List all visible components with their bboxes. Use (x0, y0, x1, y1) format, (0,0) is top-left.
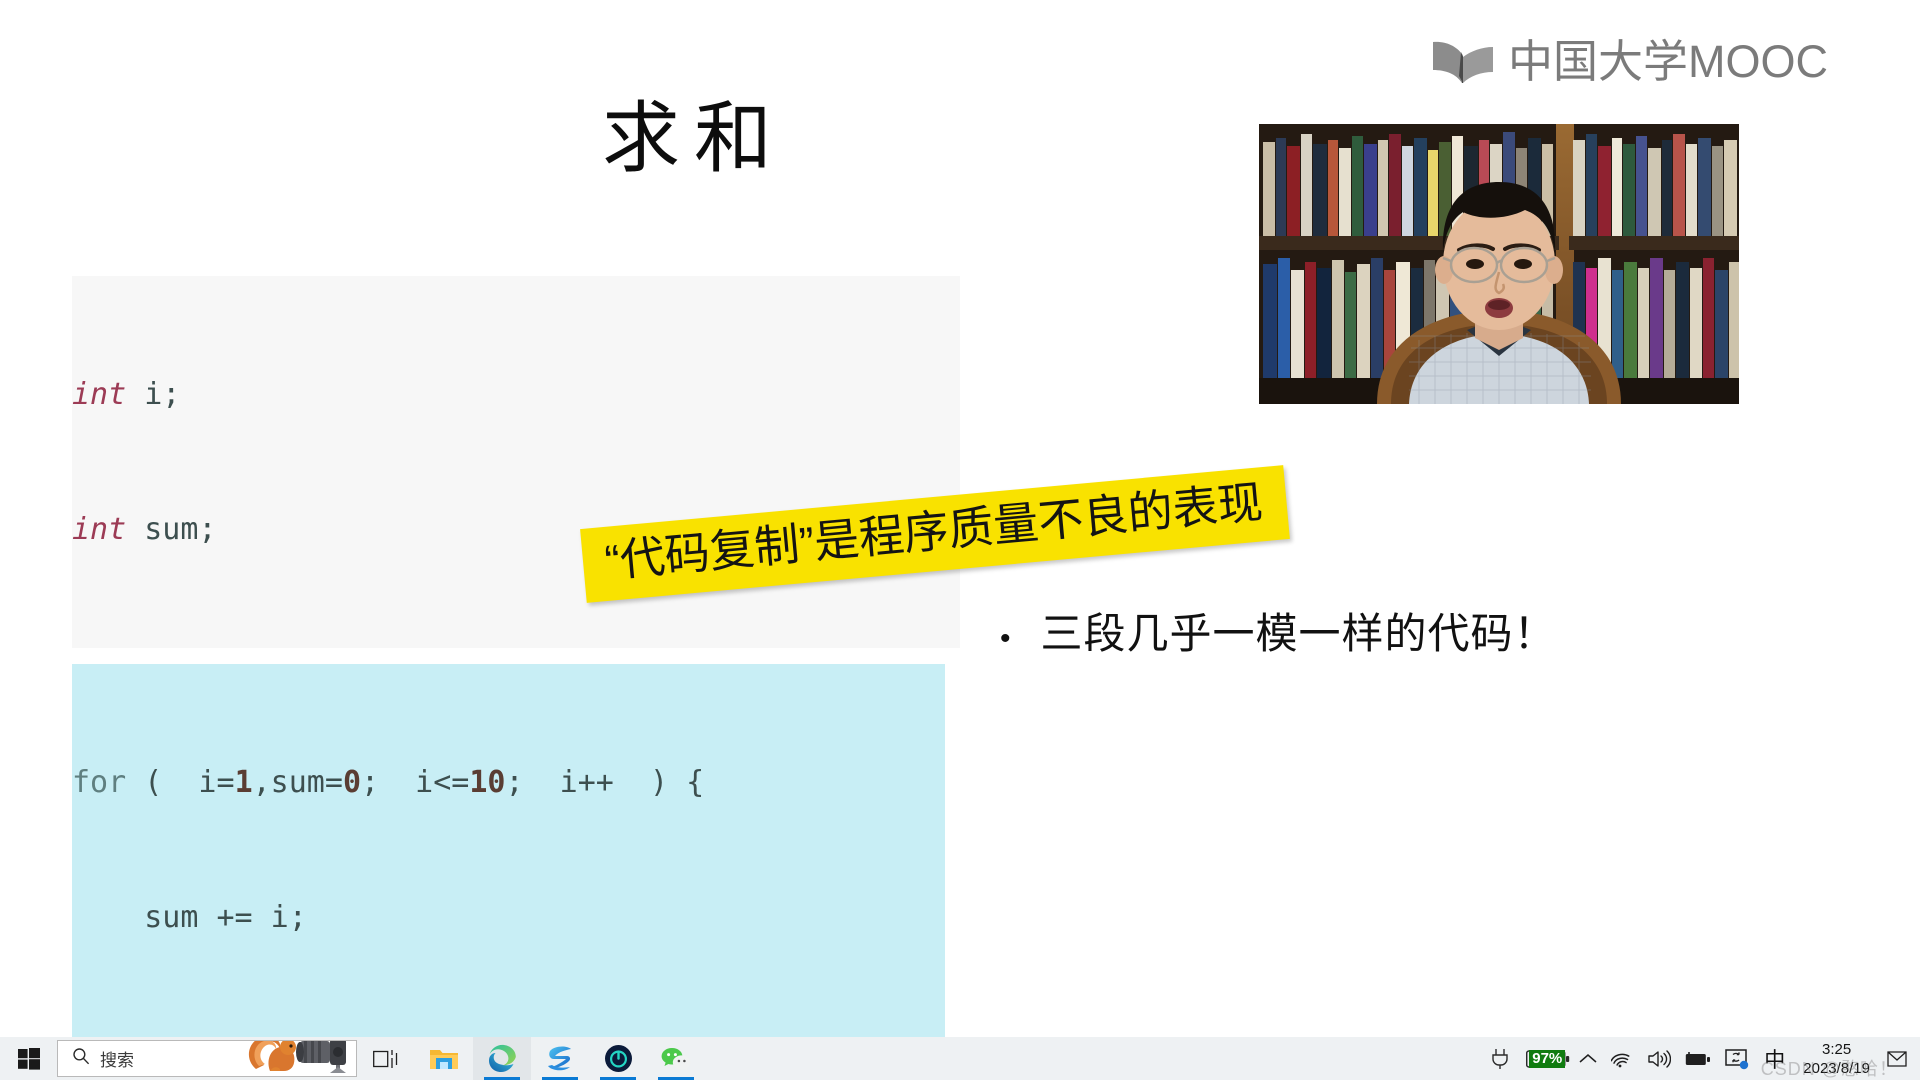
search-placeholder: 搜索 (100, 1051, 134, 1070)
video-frame (1259, 124, 1739, 404)
instructor-video[interactable] (1259, 124, 1739, 404)
search-icon (72, 1047, 90, 1070)
chevron-up-icon[interactable] (1572, 1037, 1604, 1080)
windows-start-icon[interactable] (0, 1037, 57, 1080)
wifi-icon[interactable] (1604, 1037, 1640, 1080)
bullet-text: 三段几乎一模一样的代码！ (1040, 610, 1557, 657)
power-plug-icon[interactable] (1485, 1037, 1519, 1080)
notification-icon[interactable] (1880, 1037, 1914, 1080)
bullet-list-item: • 三段几乎一模一样的代码！ (1000, 600, 1557, 661)
ime-indicator[interactable]: 中 (1756, 1037, 1793, 1080)
code-block-declarations: int i; int sum; (72, 276, 960, 648)
page-title-text: 求和 (601, 94, 786, 182)
bullet-marker: • (1000, 622, 1011, 655)
display-sync-icon[interactable] (1718, 1037, 1756, 1080)
mooc-book-icon (1432, 38, 1494, 84)
code-listing: int i; int sum; for ( i=1,sum=0; i<=10; … (72, 276, 960, 1037)
mooc-logo: 中国大学MOOC (1432, 38, 1828, 84)
task-view-icon[interactable] (357, 1037, 415, 1080)
code-gap (72, 648, 952, 664)
microsoft-edge-icon[interactable] (473, 1037, 531, 1080)
code-line: } (72, 1030, 945, 1037)
system-tray: 97% 中 3:25 2023/8/19 (1485, 1037, 1920, 1080)
clock[interactable]: 3:25 2023/8/19 (1793, 1037, 1880, 1080)
code-block-loop-1: for ( i=1,sum=0; i<=10; i++ ) { sum += i… (72, 664, 945, 1037)
file-explorer-icon[interactable] (415, 1037, 473, 1080)
search-input[interactable]: 搜索 (57, 1040, 357, 1077)
windows-taskbar: 搜索 97% 中 3:25 2023/8/19 (0, 1037, 1920, 1080)
360-browser-icon[interactable] (531, 1037, 589, 1080)
code-line: for ( i=1,sum=0; i<=10; i++ ) { (72, 765, 705, 800)
presentation-slide: 中国大学MOOC 求和 int i; int sum; for (i=1,su… (0, 0, 1920, 1037)
wechat-icon[interactable] (647, 1037, 705, 1080)
clock-date: 2023/8/19 (1803, 1059, 1870, 1077)
tencent-meeting-icon[interactable] (589, 1037, 647, 1080)
screen: 中国大学MOOC 求和 int i; int sum; for (i=1,su… (0, 0, 1920, 1080)
clock-time: 3:25 (1822, 1040, 1852, 1058)
code-line: int i; (72, 377, 181, 412)
volume-icon[interactable] (1640, 1037, 1678, 1080)
battery-percent-label: 97% (1529, 1049, 1566, 1068)
battery-icon[interactable] (1678, 1037, 1718, 1080)
squirrel-camera-icon (244, 1041, 350, 1076)
mooc-logo-text: 中国大学MOOC (1508, 35, 1828, 87)
battery-status[interactable]: 97% (1519, 1037, 1572, 1080)
code-line: sum += i; (72, 900, 307, 935)
